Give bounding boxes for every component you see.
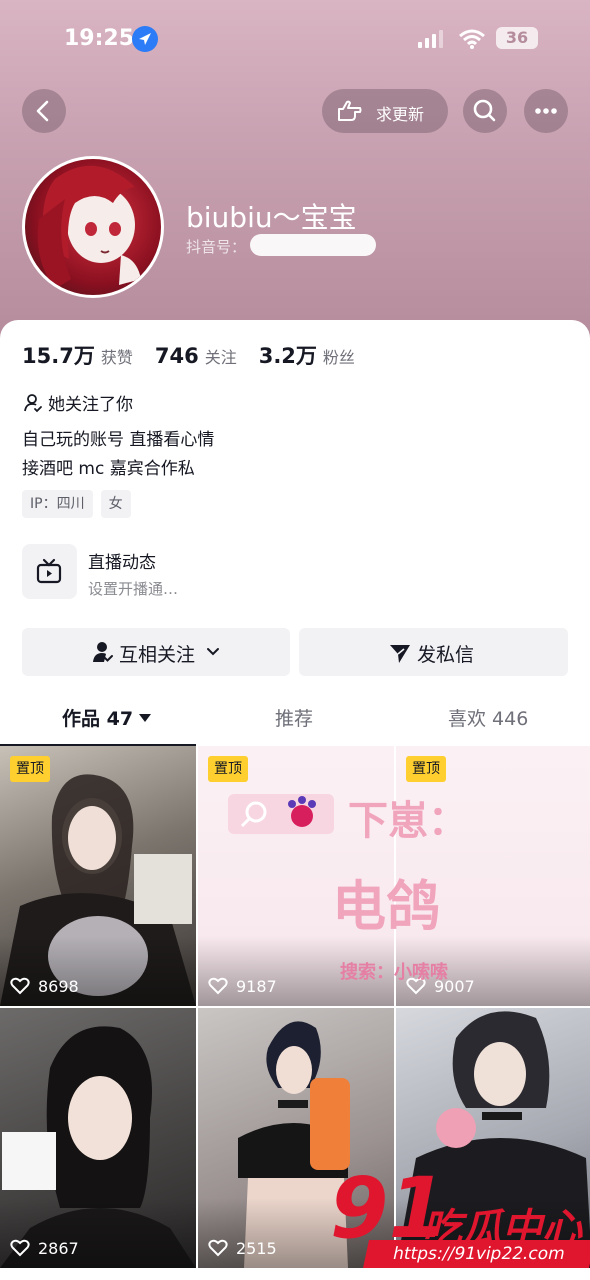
tag-gender: 女 bbox=[100, 490, 131, 518]
douyin-id-redaction bbox=[250, 234, 376, 256]
promo-search-graphic bbox=[228, 794, 334, 834]
status-time: 19:25 bbox=[64, 26, 135, 51]
request-update-button[interactable]: 求更新 bbox=[322, 89, 448, 133]
pinned-badge: 置顶 bbox=[10, 756, 50, 782]
magnifier-paw-icon bbox=[240, 796, 316, 828]
mutual-follow-icon bbox=[93, 642, 113, 662]
anime-avatar-illustration bbox=[37, 165, 141, 289]
tv-icon bbox=[36, 558, 62, 584]
send-message-button[interactable]: 发私信 bbox=[299, 628, 568, 676]
cellular-signal-icon bbox=[418, 30, 444, 48]
heart-icon bbox=[10, 977, 30, 995]
promo-text-line3: 搜索：小嗦嗦 bbox=[340, 962, 448, 983]
search-icon bbox=[473, 99, 496, 122]
video-thumbnail[interactable]: 2867 bbox=[0, 1008, 196, 1268]
profile-stats: 15.7万 获赞 746 关注 3.2万 粉丝 bbox=[22, 340, 377, 370]
live-title: 直播动态 bbox=[88, 553, 156, 573]
live-updates-entry[interactable]: 直播动态 设置开播通… bbox=[22, 544, 568, 602]
pointing-hand-icon bbox=[338, 100, 362, 121]
profile-bio: 自己玩的账号 直播看心情 接酒吧 mc 嘉宾合作私 bbox=[22, 426, 214, 484]
send-paper-plane-icon bbox=[390, 645, 410, 663]
request-update-label: 求更新 bbox=[376, 105, 425, 124]
video-thumbnail[interactable]: 置顶 8698 bbox=[0, 746, 196, 1006]
bio-line-2: 接酒吧 mc 嘉宾合作私 bbox=[22, 459, 195, 479]
mutual-follow-button[interactable]: 互相关注 bbox=[22, 628, 290, 676]
location-arrow-icon bbox=[132, 26, 158, 52]
pinned-badge: 置顶 bbox=[406, 756, 446, 782]
stat-likes[interactable]: 15.7万 获赞 bbox=[22, 340, 133, 370]
heart-icon bbox=[208, 977, 228, 995]
promo-text-line2: 电鸽 bbox=[332, 875, 440, 938]
promo-text-line1: 下崽： bbox=[348, 798, 468, 844]
bio-line-1: 自己玩的账号 直播看心情 bbox=[22, 430, 215, 450]
like-count: 9187 bbox=[208, 977, 277, 996]
battery-level: 36 bbox=[505, 28, 529, 47]
stat-followers[interactable]: 3.2万 粉丝 bbox=[259, 340, 355, 370]
profile-nickname: biubiu～宝宝 bbox=[186, 201, 357, 234]
content-tabs: 作品 47 推荐 喜欢 446 bbox=[0, 690, 590, 746]
tab-likes[interactable]: 喜欢 446 bbox=[448, 704, 528, 731]
send-message-label: 发私信 bbox=[417, 644, 475, 666]
stat-following[interactable]: 746 关注 bbox=[155, 344, 237, 368]
profile-tags: IP：四川 女 bbox=[22, 490, 139, 518]
tab-works[interactable]: 作品 47 bbox=[62, 704, 152, 731]
mutual-follow-label: 互相关注 bbox=[119, 644, 196, 666]
like-count: 2515 bbox=[208, 1239, 277, 1258]
watermark-url: https://91vip22.com bbox=[363, 1240, 590, 1268]
like-count: 2867 bbox=[10, 1239, 79, 1258]
person-check-icon bbox=[24, 394, 42, 413]
back-button[interactable] bbox=[22, 89, 66, 133]
live-subtitle: 设置开播通… bbox=[88, 580, 179, 598]
heart-icon bbox=[208, 1239, 228, 1257]
tag-ip-location: IP：四川 bbox=[22, 490, 93, 518]
more-dots-icon bbox=[535, 108, 557, 114]
tab-recommend[interactable]: 推荐 bbox=[275, 704, 313, 731]
site-watermark: 91 吃瓜中心 https://91vip22.com bbox=[322, 1166, 590, 1276]
wifi-icon bbox=[458, 28, 486, 50]
chevron-left-icon bbox=[36, 100, 49, 122]
follows-you-indicator: 她关注了你 bbox=[22, 390, 133, 415]
profile-avatar[interactable] bbox=[22, 156, 164, 298]
heart-icon bbox=[10, 1239, 30, 1257]
battery-icon: 36 bbox=[496, 27, 538, 49]
status-bar: 19:25 36 bbox=[0, 22, 590, 58]
caret-down-icon bbox=[139, 714, 152, 722]
live-icon-box bbox=[22, 544, 77, 599]
chevron-down-icon bbox=[207, 648, 219, 656]
search-button[interactable] bbox=[463, 89, 507, 133]
more-options-button[interactable] bbox=[524, 89, 568, 133]
follows-you-text: 她关注了你 bbox=[48, 395, 133, 415]
pinned-badge: 置顶 bbox=[208, 756, 248, 782]
like-count: 8698 bbox=[10, 977, 79, 996]
douyin-id-label: 抖音号： bbox=[186, 238, 247, 256]
